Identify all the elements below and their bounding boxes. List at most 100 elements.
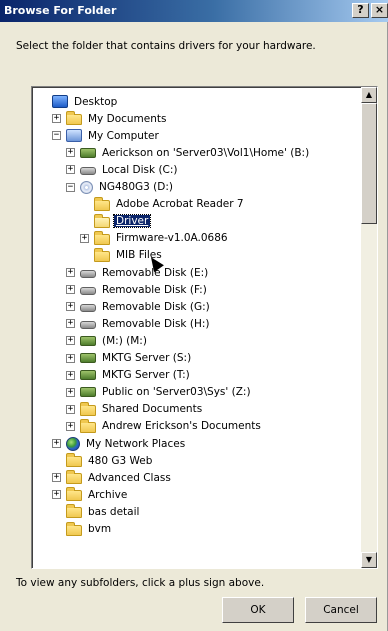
tree-node[interactable]: Andrew Erickson's Documents	[80, 418, 263, 435]
folder-icon	[66, 521, 82, 536]
tree-node[interactable]: Removable Disk (F:)	[80, 281, 209, 298]
help-button[interactable]: ?	[352, 3, 369, 18]
expand-toggle[interactable]: +	[66, 421, 75, 431]
folder-icon	[80, 401, 96, 416]
expand-toggle[interactable]: +	[66, 319, 75, 329]
open-folder-icon	[94, 213, 110, 228]
expand-toggle[interactable]: +	[66, 285, 75, 295]
tree-node[interactable]: Public on 'Server03\Sys' (Z:)	[80, 384, 253, 401]
tree-node-label: Removable Disk (F:)	[102, 283, 207, 296]
network-drive-icon	[80, 353, 96, 363]
scroll-up-button[interactable]: ▲	[361, 87, 377, 103]
tree-node[interactable]: bvm	[66, 521, 113, 538]
browse-for-folder-dialog: Browse For Folder ? × Select the folder …	[0, 0, 388, 631]
expand-toggle[interactable]: +	[80, 233, 89, 243]
folder-icon	[66, 487, 82, 502]
tree-node[interactable]: Removable Disk (E:)	[80, 264, 210, 281]
expand-toggle[interactable]: +	[66, 302, 75, 312]
tree-node[interactable]: Local Disk (C:)	[80, 161, 180, 178]
expand-toggle[interactable]: +	[66, 268, 75, 277]
expand-toggle[interactable]: +	[52, 114, 61, 124]
folder-icon	[94, 230, 110, 245]
network-drive-icon	[80, 370, 96, 381]
tree-node[interactable]: NG480G3 (D:)	[80, 179, 175, 196]
tree-node[interactable]: MKTG Server (S:)	[80, 350, 193, 367]
expand-toggle[interactable]: −	[66, 182, 75, 192]
my-computer-icon	[66, 129, 82, 143]
tree-node[interactable]: My Network Places	[66, 435, 187, 452]
vertical-scrollbar[interactable]: ▲ ▼	[361, 87, 377, 568]
tree-node-label: bas detail	[88, 505, 140, 518]
tree-node-label: Shared Documents	[102, 403, 203, 416]
tree-node[interactable]: Archive	[66, 486, 129, 503]
folder-icon	[66, 504, 82, 519]
expand-toggle[interactable]: +	[66, 148, 75, 158]
folder-icon	[66, 470, 82, 485]
tree-node-label: NG480G3 (D:)	[99, 181, 174, 193]
tree-node-label: MKTG Server (T:)	[102, 369, 190, 382]
tree-node-label: (M:) (M:)	[102, 334, 147, 347]
tree-node[interactable]: Firmware-v1.0A.0686	[94, 230, 230, 247]
removable-disk-icon	[80, 287, 96, 296]
expand-toggle[interactable]: +	[52, 439, 61, 448]
scroll-thumb[interactable]	[361, 103, 377, 224]
tree-node-label: Archive	[88, 488, 128, 501]
tree-node[interactable]: (M:) (M:)	[80, 332, 149, 349]
tree-node-label: MKTG Server (S:)	[102, 352, 192, 364]
expand-toggle[interactable]: +	[66, 165, 75, 175]
tree-node[interactable]: Removable Disk (H:)	[80, 315, 211, 332]
tree-node[interactable]: bas detail	[66, 503, 141, 520]
tree-node-label: Local Disk (C:)	[102, 163, 178, 176]
hard-disk-icon	[80, 167, 96, 176]
tree-node[interactable]: Advanced Class	[66, 469, 173, 486]
folder-tree[interactable]: Desktop + My Documents − My Computer + Aericks…	[31, 86, 378, 569]
tree-node-label: Andrew Erickson's Documents	[102, 420, 261, 433]
scroll-down-button[interactable]: ▼	[361, 552, 377, 568]
cancel-button[interactable]: Cancel	[305, 597, 377, 623]
tree-node-label: Removable Disk (H:)	[102, 317, 210, 330]
network-drive-icon	[80, 147, 96, 158]
tree-node-label: My Computer	[88, 129, 159, 142]
tree-node[interactable]: Aerickson on 'Server03\Vol1\Home' (B:)	[80, 144, 311, 161]
title-bar: Browse For Folder ? ×	[0, 0, 388, 22]
tree-node[interactable]: Removable Disk (G:)	[80, 298, 212, 315]
instruction-text: Select the folder that contains drivers …	[16, 40, 316, 52]
folder-icon	[94, 247, 110, 262]
tree-node-label: Aerickson on 'Server03\Vol1\Home' (B:)	[102, 146, 310, 159]
ok-button[interactable]: OK	[222, 597, 294, 623]
expand-toggle[interactable]: +	[66, 370, 75, 380]
tree-node[interactable]: Adobe Acrobat Reader 7	[94, 196, 246, 213]
tree-node-label: Firmware-v1.0A.0686	[116, 232, 228, 245]
tree-node-label: Adobe Acrobat Reader 7	[116, 198, 244, 211]
tree-node[interactable]: 480 G3 Web	[66, 452, 154, 469]
tree-node[interactable]: Desktop	[52, 93, 119, 110]
tree-node-label: Removable Disk (G:)	[102, 300, 210, 313]
tree-node-label: My Documents	[88, 112, 167, 125]
tree-node[interactable]: MKTG Server (T:)	[80, 367, 192, 384]
network-places-icon	[66, 436, 80, 451]
cd-drive-icon	[80, 180, 93, 194]
expand-toggle[interactable]: +	[66, 336, 75, 346]
expand-toggle[interactable]: +	[52, 473, 61, 483]
tree-node[interactable]: My Documents	[66, 110, 168, 127]
removable-disk-icon	[80, 321, 96, 330]
tree-node-label: Public on 'Server03\Sys' (Z:)	[102, 386, 251, 399]
expand-toggle[interactable]: +	[66, 353, 75, 363]
network-drive-icon	[80, 387, 96, 398]
my-documents-icon	[66, 111, 82, 126]
folder-icon	[80, 418, 96, 433]
desktop-icon	[52, 95, 68, 108]
network-drive-icon	[80, 335, 96, 346]
folder-icon	[66, 453, 82, 468]
expand-toggle[interactable]: +	[52, 490, 61, 500]
folder-tree-viewport: Desktop + My Documents − My Computer + Aericks…	[32, 87, 361, 568]
expand-toggle[interactable]: +	[66, 404, 75, 414]
tree-node[interactable]: My Computer	[66, 127, 161, 144]
close-button[interactable]: ×	[371, 3, 388, 18]
tree-node[interactable]: Shared Documents	[80, 401, 204, 418]
expand-toggle[interactable]: +	[66, 387, 75, 397]
tree-node[interactable]: Driver	[94, 213, 152, 230]
tree-node-label: Driver	[112, 214, 152, 229]
expand-toggle[interactable]: −	[52, 131, 61, 141]
tree-node-label: bvm	[88, 523, 112, 535]
